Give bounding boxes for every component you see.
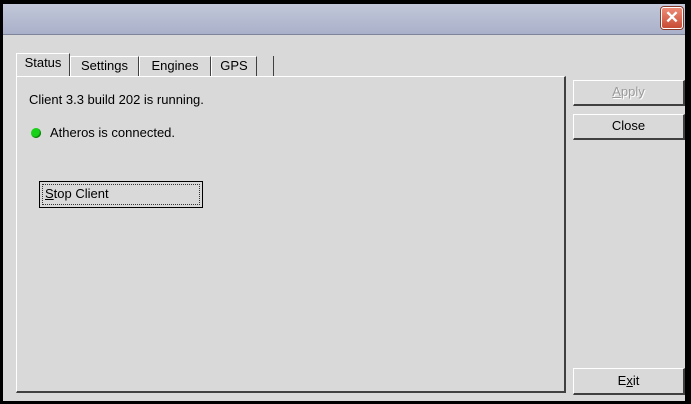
status-panel: Client 3.3 build 202 is running. Atheros… [16,76,566,393]
client-status-text: Client 3.3 build 202 is running. [29,92,204,107]
apply-button[interactable]: Apply [573,80,685,106]
tab-engines[interactable]: Engines [139,56,211,76]
dialog-window: ✕ Status Settings Engines GPS Client 3.3… [0,0,691,404]
tab-status[interactable]: Status [16,53,70,76]
tab-strip-end [273,56,274,76]
close-button[interactable]: Close [573,114,685,140]
close-icon[interactable]: ✕ [661,7,683,29]
tab-gps[interactable]: GPS [211,56,257,76]
connection-indicator-icon [31,128,41,138]
tab-gps-label: GPS [220,58,248,73]
connection-status-text: Atheros is connected. [50,125,176,140]
tab-status-label: Status [24,55,62,70]
tab-engines-label: Engines [151,58,199,73]
tab-settings-label: Settings [81,58,128,73]
stop-client-button[interactable]: Stop Client [39,181,203,208]
exit-button[interactable]: Exit [573,368,685,395]
title-bar[interactable]: ✕ [3,4,685,35]
tab-settings[interactable]: Settings [70,56,139,76]
